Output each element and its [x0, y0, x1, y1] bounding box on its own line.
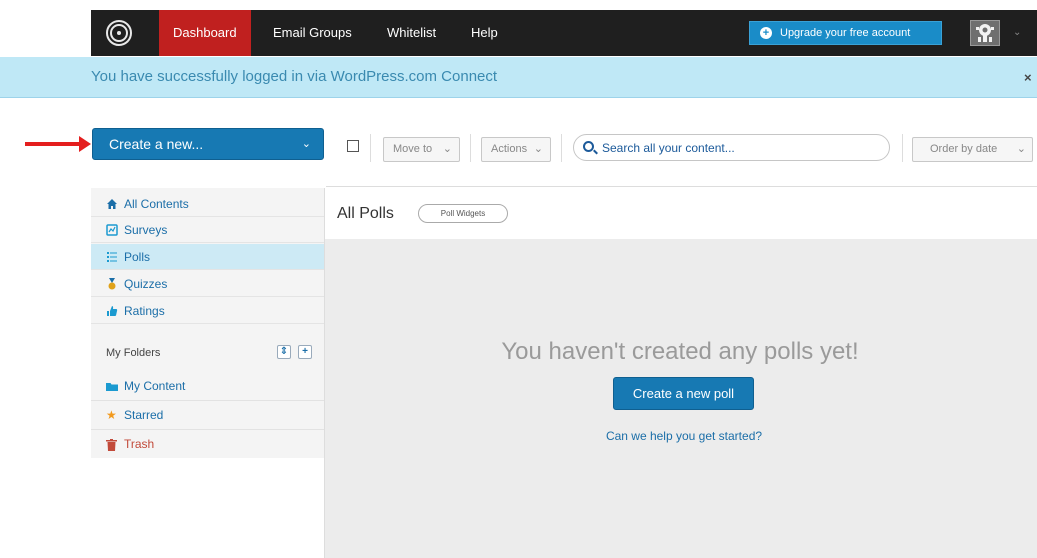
- toolbar-divider: [470, 134, 471, 162]
- move-to-dropdown[interactable]: Move to ⌄: [383, 137, 460, 162]
- user-avatar[interactable]: [970, 20, 1000, 46]
- login-notice: You have successfully logged in via Word…: [0, 57, 1037, 98]
- sort-folders-button[interactable]: ⇕: [277, 345, 291, 359]
- poll-list-icon: [107, 252, 117, 262]
- actions-dropdown[interactable]: Actions ⌄: [481, 137, 551, 162]
- thumbs-up-icon: [107, 306, 118, 316]
- upgrade-label: Upgrade your free account: [780, 27, 911, 39]
- folder-label: Trash: [124, 437, 155, 451]
- toolbar-divider: [902, 134, 903, 162]
- plus-circle-icon: +: [760, 27, 772, 39]
- nav-dashboard[interactable]: Dashboard: [159, 10, 251, 56]
- get-started-help-link[interactable]: Can we help you get started?: [325, 429, 1037, 443]
- sidebar-item-polls[interactable]: Polls: [91, 244, 324, 270]
- create-new-label: Create a new...: [109, 136, 204, 152]
- upgrade-account-button[interactable]: + Upgrade your free account: [749, 21, 942, 45]
- chevron-down-icon: ⌄: [1016, 143, 1026, 155]
- sidebar-item-quizzes[interactable]: Quizzes: [91, 271, 324, 297]
- red-arrow-annotation: [25, 136, 91, 152]
- notice-text: You have successfully logged in via Word…: [91, 68, 498, 85]
- sidebar-item-all-contents[interactable]: All Contents: [91, 191, 324, 217]
- toolbar-divider: [561, 134, 562, 162]
- move-to-label: Move to: [393, 143, 433, 155]
- nav-whitelist[interactable]: Whitelist: [373, 10, 450, 56]
- folder-my-content[interactable]: My Content: [91, 372, 324, 401]
- add-folder-button[interactable]: +: [298, 345, 312, 359]
- chevron-down-icon[interactable]: ⌄: [1013, 27, 1021, 38]
- page-title: All Polls: [337, 205, 394, 222]
- empty-state-message: You haven't created any polls yet!: [501, 338, 859, 365]
- poll-widgets-button[interactable]: Poll Widgets: [418, 204, 508, 223]
- toolbar-divider: [326, 186, 1037, 187]
- folder-label: Starred: [124, 408, 164, 422]
- sidebar-item-label: All Contents: [124, 197, 189, 211]
- sidebar-item-label: Polls: [124, 250, 151, 264]
- chevron-down-icon: ⌄: [442, 143, 452, 155]
- toolbar-divider: [370, 134, 371, 162]
- search-input[interactable]: [602, 139, 882, 157]
- sidebar-item-label: Surveys: [124, 223, 168, 237]
- folder-label: My Content: [124, 379, 186, 393]
- star-icon: ★: [106, 408, 117, 422]
- sidebar-item-ratings[interactable]: Ratings: [91, 298, 324, 324]
- folder-trash[interactable]: Trash: [91, 430, 324, 459]
- chevron-down-icon: ⌄: [301, 138, 311, 150]
- nav-help[interactable]: Help: [457, 10, 512, 56]
- nav-email-groups[interactable]: Email Groups: [259, 10, 366, 56]
- survey-icon: [106, 224, 118, 236]
- create-new-dropdown[interactable]: Create a new... ⌄: [92, 128, 324, 160]
- create-new-poll-button[interactable]: Create a new poll: [613, 377, 754, 410]
- search-box[interactable]: [573, 134, 890, 161]
- actions-label: Actions: [491, 143, 528, 155]
- sidebar-item-surveys[interactable]: Surveys: [91, 217, 324, 243]
- folder-icon: [106, 383, 118, 391]
- close-icon[interactable]: ×: [1024, 70, 1032, 85]
- sidebar-item-label: Ratings: [124, 304, 165, 318]
- order-by-dropdown[interactable]: Order by date ⌄: [912, 137, 1033, 162]
- search-icon: [583, 141, 594, 152]
- select-all-checkbox[interactable]: [347, 140, 359, 152]
- home-icon: [107, 199, 117, 209]
- order-by-label: Order by date: [930, 143, 998, 155]
- medal-icon: [108, 278, 116, 290]
- chevron-down-icon: ⌄: [533, 143, 543, 155]
- folder-starred[interactable]: ★ Starred: [91, 401, 324, 430]
- trash-icon: [106, 439, 117, 451]
- robot-avatar-icon: [971, 21, 999, 45]
- sidebar-item-label: Quizzes: [124, 277, 168, 291]
- logo-icon[interactable]: [106, 20, 132, 46]
